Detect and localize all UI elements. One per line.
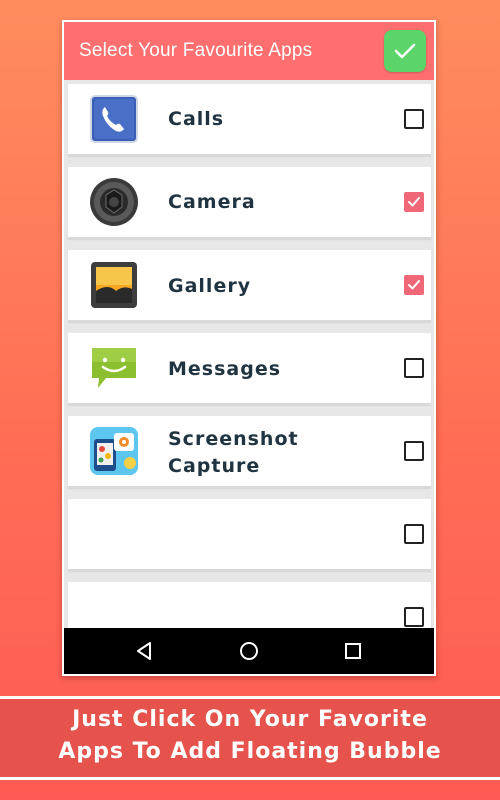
back-icon[interactable] [134,640,156,662]
app-checkbox-camera[interactable] [404,192,424,212]
app-checkbox-screenshot-capture[interactable] [404,441,424,461]
app-list: Calls Camera Gallery Messages Screenshot… [64,80,434,628]
list-item-camera[interactable]: Camera [68,167,431,239]
promo-banner: Just Click On Your Favorite Apps To Add … [0,696,500,780]
screenshot-capture-icon [90,427,138,475]
home-icon[interactable] [238,640,260,662]
list-item-screenshot-capture[interactable]: Screenshot Capture [68,416,431,488]
list-item-empty[interactable] [68,582,431,628]
phone-frame: Select Your Favourite Apps Calls Camera … [62,20,436,676]
app-checkbox-calls[interactable] [404,109,424,129]
app-name: Camera [168,191,256,213]
phone-icon [90,95,138,143]
confirm-button[interactable] [384,30,426,72]
app-checkbox[interactable] [404,524,424,544]
app-name: Messages [168,358,282,380]
banner-text-line2: Apps To Add Floating Bubble [58,739,442,764]
banner-text-line1: Just Click On Your Favorite [72,707,428,732]
app-name-line2: Capture [168,455,261,477]
recents-icon[interactable] [342,640,364,662]
list-item-empty[interactable] [68,499,431,571]
app-name-line1: Screenshot [168,428,299,450]
app-checkbox-gallery[interactable] [404,275,424,295]
checkmark-icon [394,43,416,59]
list-item-calls[interactable]: Calls [68,84,431,156]
messages-icon [92,348,136,388]
list-item-messages[interactable]: Messages [68,333,431,405]
app-header: Select Your Favourite Apps [64,22,434,80]
page-title: Select Your Favourite Apps [79,40,313,61]
checkmark-icon [408,197,420,207]
checkmark-icon [408,280,420,290]
navigation-bar [64,628,434,674]
gallery-icon [91,262,137,308]
app-name: Gallery [168,275,252,297]
app-name: Calls [168,108,225,130]
app-checkbox-messages[interactable] [404,358,424,378]
app-checkbox[interactable] [404,607,424,627]
list-item-gallery[interactable]: Gallery [68,250,431,322]
camera-icon [90,178,138,226]
